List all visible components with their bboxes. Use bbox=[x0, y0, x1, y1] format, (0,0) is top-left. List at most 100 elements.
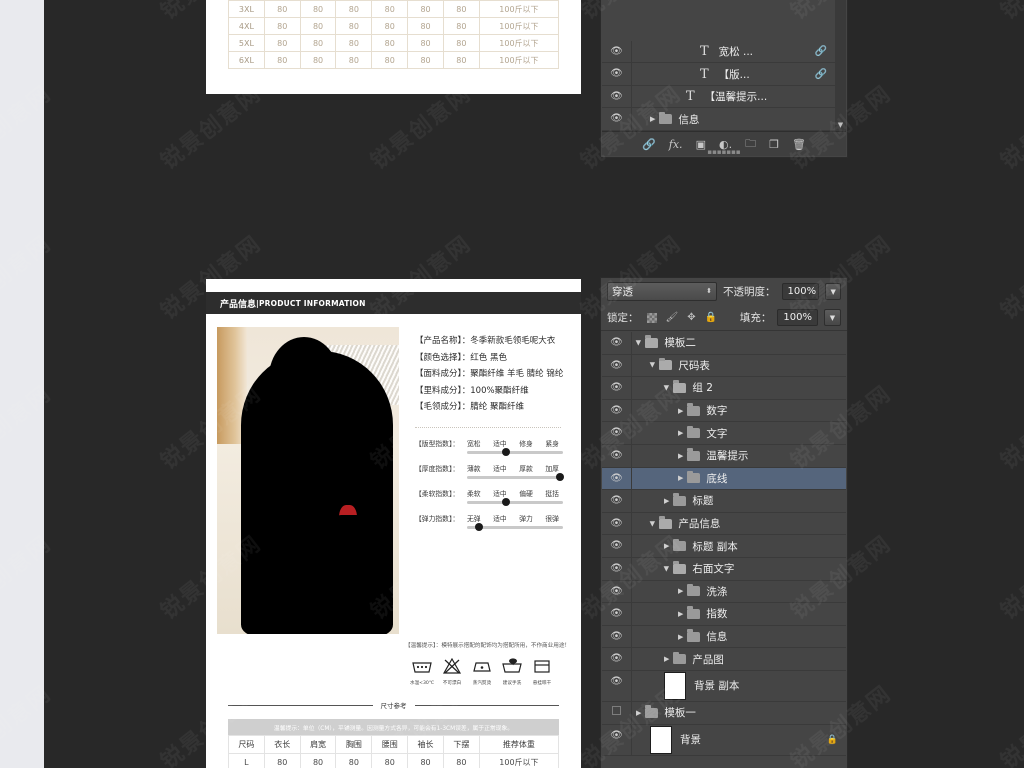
visibility-toggle-icon[interactable]: 👁 bbox=[602, 625, 632, 648]
visibility-toggle-icon[interactable]: 👁 bbox=[602, 724, 632, 755]
opacity-input[interactable]: 100% bbox=[781, 283, 820, 300]
opacity-dropdown-icon[interactable]: ▼ bbox=[825, 283, 841, 300]
index-slider[interactable]: 【柔软指数】： 柔软 适中 偏硬 挺括 bbox=[415, 488, 563, 507]
layer-row[interactable]: 👁 T 宽松 ... 🔗 bbox=[602, 40, 835, 64]
scroll-down-arrow[interactable]: ▼ bbox=[835, 120, 846, 131]
chevron-right-icon[interactable]: ▶ bbox=[678, 633, 683, 641]
chevron-right-icon[interactable]: ▶ bbox=[678, 474, 683, 482]
chevron-down-icon[interactable]: ▶ bbox=[649, 521, 657, 526]
layers-panel-bottom[interactable]: 穿透 ⬍ 不透明度： 100% ▼ 锁定： 🖌 ✥ 🔒 填充： 100% ▼ 👁… bbox=[600, 277, 848, 768]
index-slider[interactable]: 【版型指数】： 宽松 适中 修身 紧身 bbox=[415, 438, 563, 457]
transparency-lock-icon[interactable] bbox=[646, 312, 657, 323]
chevron-right-icon[interactable]: ▶ bbox=[636, 709, 641, 717]
move-lock-icon[interactable]: ✥ bbox=[687, 312, 695, 323]
slider-track[interactable] bbox=[467, 498, 563, 507]
layer-row[interactable]: 👁 T 【温馨提示... bbox=[602, 85, 835, 109]
visibility-toggle-icon[interactable]: 👁 bbox=[602, 108, 632, 130]
fill-dropdown-icon[interactable]: ▼ bbox=[824, 309, 841, 326]
layer-row[interactable]: 👁 ▶ 指数 bbox=[602, 603, 846, 626]
index-slider[interactable]: 【厚度指数】： 薄款 适中 厚款 加厚 bbox=[415, 463, 565, 482]
chevron-down-icon[interactable]: ▶ bbox=[649, 363, 657, 368]
layer-row[interactable]: 👁 背景 🔒 bbox=[602, 724, 846, 756]
chevron-right-icon[interactable]: ▶ bbox=[678, 452, 683, 460]
visibility-toggle-icon[interactable]: 👁 bbox=[602, 535, 632, 557]
chevron-down-icon[interactable]: ▶ bbox=[635, 340, 643, 345]
visibility-toggle-icon[interactable]: 👁 bbox=[602, 85, 632, 108]
chevron-right-icon[interactable]: ▶ bbox=[664, 497, 669, 505]
mask-icon[interactable]: ▣ bbox=[696, 138, 706, 151]
visibility-toggle-icon[interactable]: 👁 bbox=[602, 557, 632, 580]
fill-input[interactable]: 100% bbox=[777, 309, 818, 326]
layer-list[interactable]: 👁 ▶ 模板二 👁 ▶ 尺码表 👁 ▶ 组 2 👁 ▶ 数字 👁 ▶ 文字 👁 ▶ 温馨提示 👁 ▶ 底线 👁 ▶ 标题 👁 ▶ 产… bbox=[602, 332, 846, 768]
layer-row[interactable]: 👁 ▶ 产品图 bbox=[602, 648, 846, 671]
visibility-toggle-icon[interactable]: 👁 bbox=[602, 580, 632, 603]
visibility-toggle-icon[interactable]: 👁 bbox=[602, 444, 632, 467]
chevron-down-icon[interactable]: ▶ bbox=[663, 566, 671, 571]
chevron-right-icon[interactable]: ▶ bbox=[678, 587, 683, 595]
visibility-toggle-icon[interactable]: 👁 bbox=[602, 422, 632, 444]
panel-grip-top[interactable]: ▪▪▪▪▪▪▪ bbox=[707, 148, 740, 156]
visibility-toggle-icon[interactable]: 👁 bbox=[602, 490, 632, 512]
paint-lock-icon[interactable]: 🖌 bbox=[666, 312, 679, 323]
layer-row[interactable]: 👁 ▶ 产品信息 bbox=[602, 512, 846, 536]
layers-panel-top[interactable]: 👁 T 宽松 ... 🔗 👁 T 【版... 🔗 👁 T 【温馨提示... 👁 ▶ 信息 ▲ ▼ 🔗 fx… bbox=[600, 0, 848, 158]
new-layer-icon[interactable]: ❐ bbox=[769, 138, 779, 151]
slider-knob[interactable] bbox=[556, 473, 565, 482]
slider-track[interactable] bbox=[467, 448, 563, 457]
slider-knob[interactable] bbox=[474, 523, 483, 532]
visibility-toggle-icon[interactable]: 👁 bbox=[602, 40, 632, 63]
slider-track[interactable] bbox=[467, 473, 565, 482]
layer-row[interactable]: 👁 背景 副本 bbox=[602, 670, 846, 702]
lock-options-row[interactable]: 锁定： 🖌 ✥ 🔒 填充： 100% ▼ bbox=[601, 305, 847, 331]
panel-scrollbar-top[interactable]: ▲ ▼ bbox=[835, 0, 846, 131]
visibility-toggle-icon[interactable] bbox=[602, 701, 632, 724]
all-lock-icon[interactable]: 🔒 bbox=[705, 312, 717, 323]
layer-row[interactable]: 👁 ▶ 底线 bbox=[602, 467, 846, 491]
layer-row[interactable]: 👁 ▶ 组 2 bbox=[602, 377, 846, 400]
chevron-right-icon[interactable]: ▶ bbox=[678, 429, 683, 437]
link-icon[interactable]: 🔗 bbox=[815, 69, 827, 80]
chevron-down-icon[interactable]: ▶ bbox=[663, 385, 671, 390]
chevron-right-icon[interactable]: ▶ bbox=[678, 407, 683, 415]
layer-row[interactable]: 👁 ▶ 温馨提示 bbox=[602, 444, 846, 468]
link-icon[interactable]: 🔗 bbox=[642, 138, 656, 151]
visibility-toggle-icon[interactable]: 👁 bbox=[602, 354, 632, 377]
visibility-toggle-icon[interactable]: 👁 bbox=[602, 648, 632, 670]
fx-icon[interactable]: fx. bbox=[669, 138, 683, 151]
index-slider[interactable]: 【弹力指数】： 无弹 适中 弹力 很弹 bbox=[415, 513, 563, 532]
chevron-right-icon[interactable]: ▶ bbox=[678, 610, 683, 618]
slider-knob[interactable] bbox=[501, 498, 510, 507]
visibility-toggle-icon[interactable]: 👁 bbox=[602, 603, 632, 625]
delete-icon[interactable]: 🗑 bbox=[792, 138, 806, 151]
layer-row[interactable]: 👁 ▶ 文字 bbox=[602, 422, 846, 445]
layer-row[interactable]: 👁 ▶ 信息 bbox=[602, 625, 846, 649]
visibility-toggle-icon[interactable]: 👁 bbox=[602, 467, 632, 490]
layer-row[interactable]: 👁 ▶ 尺码表 bbox=[602, 354, 846, 378]
visibility-toggle-icon[interactable]: 👁 bbox=[602, 399, 632, 422]
visibility-toggle-icon[interactable]: 👁 bbox=[602, 332, 632, 354]
visibility-toggle-icon[interactable]: 👁 bbox=[602, 512, 632, 535]
link-icon[interactable]: 🔗 bbox=[815, 46, 827, 57]
chevron-right-icon[interactable]: ▶ bbox=[664, 542, 669, 550]
layer-row[interactable]: 👁 ▶ 数字 bbox=[602, 399, 846, 423]
slider-knob[interactable] bbox=[501, 448, 510, 457]
layer-row[interactable]: 👁 T 【版... 🔗 bbox=[602, 63, 835, 86]
new-group-icon[interactable]: 🗀 bbox=[745, 135, 756, 154]
layer-row[interactable]: 👁 ▶ 信息 bbox=[602, 108, 835, 131]
layer-row[interactable]: ▶ 模板一 bbox=[602, 701, 846, 725]
visibility-toggle-icon[interactable]: 👁 bbox=[602, 377, 632, 399]
layer-row[interactable]: 👁 ▶ 右面文字 bbox=[602, 557, 846, 581]
chevron-right-icon[interactable]: ▶ bbox=[650, 115, 655, 123]
chevron-right-icon[interactable]: ▶ bbox=[664, 655, 669, 663]
visibility-toggle-icon[interactable]: 👁 bbox=[602, 670, 632, 701]
layer-row[interactable]: 👁 ▶ 洗涤 bbox=[602, 580, 846, 604]
slider-track[interactable] bbox=[467, 523, 563, 532]
layer-row[interactable]: 👁 ▶ 模板二 bbox=[602, 332, 846, 355]
layer-row[interactable]: 👁 ▶ 标题 副本 bbox=[602, 535, 846, 558]
layer-row[interactable]: 👁 ▶ 标题 bbox=[602, 490, 846, 513]
blend-options-row[interactable]: 穿透 ⬍ 不透明度： 100% ▼ bbox=[601, 278, 847, 305]
blend-mode-select[interactable]: 穿透 ⬍ bbox=[607, 282, 717, 301]
layer-thumbnail[interactable] bbox=[664, 671, 686, 700]
layer-thumbnail[interactable] bbox=[650, 725, 672, 754]
visibility-toggle-icon[interactable]: 👁 bbox=[602, 63, 632, 85]
